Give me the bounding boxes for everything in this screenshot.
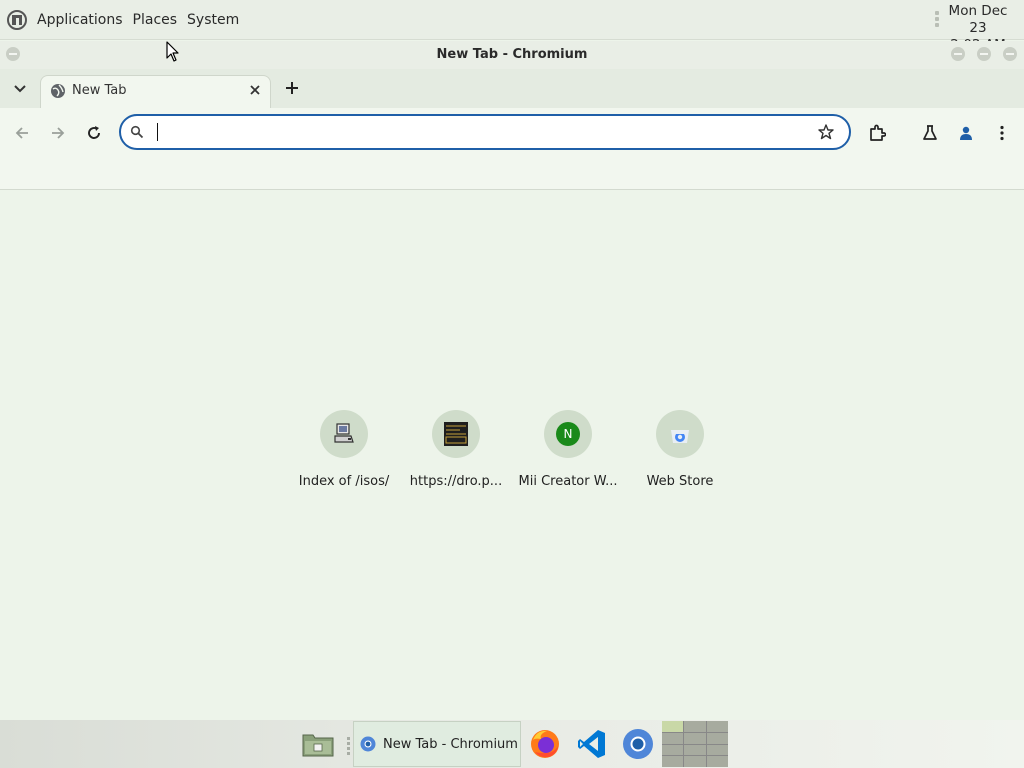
- workspace-8[interactable]: [684, 744, 706, 756]
- tab-search-button[interactable]: [10, 79, 30, 99]
- top-panel: Applications Places System Mon Dec 23 2:…: [0, 0, 1024, 53]
- reload-icon: [88, 126, 100, 139]
- shortcut-tile[interactable]: Web Store: [624, 410, 736, 489]
- vscode-icon[interactable]: [576, 728, 608, 760]
- back-button[interactable]: [11, 122, 33, 144]
- forward-icon: [52, 127, 65, 139]
- search-icon: [130, 125, 144, 139]
- back-icon: [15, 127, 28, 139]
- workspace-3[interactable]: [706, 721, 728, 732]
- workspace-9[interactable]: [706, 744, 728, 756]
- web-store-icon: [671, 430, 689, 443]
- tab-new-tab[interactable]: New Tab: [40, 75, 271, 110]
- workspace-6[interactable]: [706, 732, 728, 744]
- workspace-1[interactable]: [662, 721, 684, 732]
- shortcut-tile[interactable]: https://dro.p...: [400, 410, 512, 489]
- minimize-button[interactable]: [951, 47, 965, 61]
- shortcut-label: Mii Creator W...: [518, 474, 618, 489]
- menu-places[interactable]: Places: [128, 12, 183, 28]
- reload-button[interactable]: [83, 122, 105, 144]
- browser-menu-button[interactable]: [991, 122, 1013, 144]
- forward-button[interactable]: [47, 122, 69, 144]
- shortcut-label: Web Store: [646, 474, 714, 489]
- chromium-icon[interactable]: [622, 728, 654, 760]
- workspace-12[interactable]: [706, 756, 728, 767]
- shortcut-label: https://dro.p...: [409, 474, 503, 489]
- close-icon[interactable]: [247, 82, 263, 98]
- browser-toolbar: [0, 108, 1024, 190]
- clock-date: Mon Dec 23: [948, 3, 1008, 36]
- bookmark-star-icon[interactable]: [817, 123, 835, 141]
- computer-icon: [334, 423, 354, 443]
- mouse-pointer-icon: [166, 41, 179, 62]
- tab-title: New Tab: [72, 83, 127, 98]
- chevron-down-icon: [14, 85, 26, 93]
- workspace-10[interactable]: [662, 756, 684, 767]
- omnibox[interactable]: [119, 114, 851, 150]
- workspace-11[interactable]: [684, 756, 706, 767]
- extensions-button[interactable]: [866, 122, 888, 144]
- favicon-letter: N: [563, 427, 573, 441]
- window-title: New Tab - Chromium: [436, 47, 588, 62]
- terminal-thumbnail-icon: [444, 422, 468, 446]
- chromium-icon: [360, 736, 376, 752]
- workspace-switcher[interactable]: [662, 721, 728, 767]
- close-window-button[interactable]: [1003, 47, 1017, 61]
- shortcut-icon-circle: [656, 410, 704, 458]
- shortcut-icon-circle: N: [544, 410, 592, 458]
- shortcut-icon-circle: [432, 410, 480, 458]
- taskbar-window-label: New Tab - Chromium: [383, 736, 518, 752]
- shortcut-tile[interactable]: N Mii Creator W...: [512, 410, 624, 489]
- taskbar-grip[interactable]: [345, 736, 351, 755]
- taskbar-window-chromium[interactable]: New Tab - Chromium: [353, 721, 521, 767]
- menu-applications[interactable]: Applications: [32, 12, 128, 28]
- window-titlebar[interactable]: New Tab - Chromium: [0, 41, 1024, 69]
- menu-system[interactable]: System: [182, 12, 244, 28]
- shortcut-tile[interactable]: Index of /isos/: [288, 410, 400, 489]
- n-letter-icon: N: [556, 422, 580, 446]
- profile-button[interactable]: [955, 122, 977, 144]
- text-cursor: [157, 123, 158, 141]
- firefox-icon[interactable]: [529, 728, 561, 760]
- labs-flask-icon: [923, 125, 937, 140]
- globe-icon: [51, 84, 65, 98]
- labs-button[interactable]: [919, 122, 941, 144]
- workspace-2[interactable]: [684, 721, 706, 732]
- mate-logo-icon[interactable]: [6, 9, 28, 31]
- maximize-button[interactable]: [977, 47, 991, 61]
- workspace-7[interactable]: [662, 744, 684, 756]
- bottom-panel: New Tab - Chromium: [0, 720, 1024, 768]
- extensions-icon: [870, 124, 886, 141]
- shortcut-label: Index of /isos/: [298, 474, 390, 489]
- shortcut-icon-circle: [320, 410, 368, 458]
- workspace-4[interactable]: [662, 732, 684, 744]
- new-tab-plus-icon[interactable]: [283, 79, 301, 97]
- profile-icon: [960, 126, 972, 140]
- menu-bar: Applications Places System: [6, 0, 244, 40]
- tab-strip: New Tab: [0, 69, 1024, 110]
- workspace-5[interactable]: [684, 732, 706, 744]
- show-desktop-icon[interactable]: [302, 731, 334, 757]
- menu-kebab-icon: [1000, 125, 1004, 141]
